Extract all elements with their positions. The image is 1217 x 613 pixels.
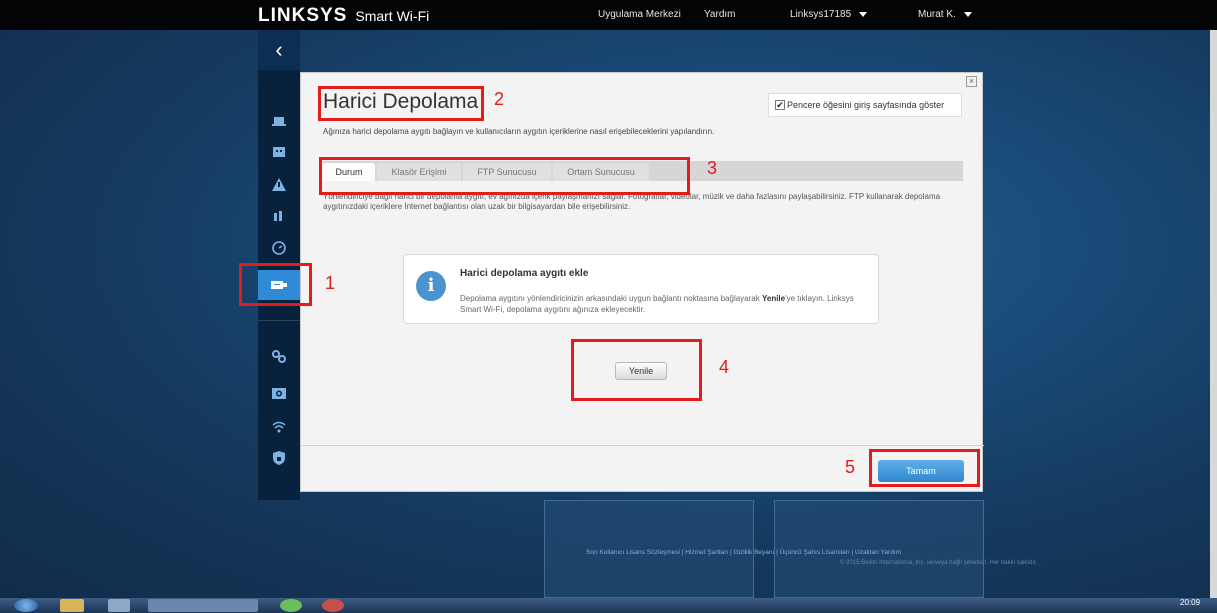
annotation-number-1: 1: [325, 273, 336, 293]
laptop-icon[interactable]: [269, 112, 289, 132]
footer-copyright: © 2015 Belkin International, Inc. ve/vey…: [840, 560, 1038, 566]
priority-icon[interactable]: [269, 208, 289, 228]
app-icon[interactable]: [280, 599, 302, 612]
chevron-down-icon: [859, 11, 868, 17]
annotation-number-5: 5: [845, 457, 856, 477]
scrollbar[interactable]: [1210, 30, 1217, 598]
add-storage-notice: i Harici depolama aygıtı ekle Depolama a…: [403, 254, 879, 324]
user-dropdown[interactable]: Murat K.: [918, 9, 972, 20]
explorer-icon[interactable]: [60, 599, 84, 612]
app-icon[interactable]: [108, 599, 130, 612]
brand-subtitle: Smart Wi-Fi: [355, 8, 430, 24]
annotation-number-2: 2: [494, 89, 505, 109]
annotation-box-1: [239, 263, 312, 306]
taskbar-clock[interactable]: 20:09: [1180, 598, 1200, 607]
sidebar-divider: [258, 320, 300, 321]
top-header: LINKSYS Smart Wi-Fi Uygulama Merkezi Yard…: [0, 0, 1217, 30]
start-button-icon[interactable]: [14, 599, 38, 612]
browser-task[interactable]: [148, 599, 258, 612]
security-icon[interactable]: [269, 450, 289, 470]
speed-icon[interactable]: [269, 240, 289, 260]
annotation-box-4: [571, 339, 702, 401]
settings-icon[interactable]: [269, 348, 289, 368]
notice-body: Depolama aygıtını yönlendiricinizin arka…: [460, 293, 865, 315]
collapse-sidebar-button[interactable]: ‹: [258, 30, 300, 70]
close-icon[interactable]: ×: [966, 76, 977, 87]
notice-title: Harici depolama aygıtı ekle: [460, 268, 589, 279]
app-icon[interactable]: [322, 599, 344, 612]
linksys-logo[interactable]: LINKSYS Smart Wi-Fi: [258, 5, 429, 27]
wifi-icon[interactable]: [269, 418, 289, 438]
user-name: Murat K.: [918, 9, 956, 20]
camera-icon[interactable]: [269, 384, 289, 404]
router-dropdown[interactable]: Linksys17185: [790, 9, 868, 20]
annotation-box-5: [869, 449, 980, 487]
show-on-start-checkbox[interactable]: ✔ Pencere öğesini giriş sayfasında göste…: [768, 93, 962, 117]
storage-intro-text: Yönlendiriciye bağlı harici bir depolama…: [323, 192, 941, 211]
annotation-box-3: [319, 157, 690, 195]
parental-icon[interactable]: [269, 144, 289, 164]
router-name: Linksys17185: [790, 9, 852, 20]
nav-app-center[interactable]: Uygulama Merkezi: [598, 9, 681, 20]
brand-name: LINKSYS: [258, 5, 348, 26]
os-taskbar: 20:09: [0, 598, 1217, 613]
annotation-box-2: [318, 86, 484, 121]
notice-body-bold: Yenile: [761, 294, 786, 303]
external-storage-dialog: × Harici Depolama Ağınıza harici depolam…: [300, 72, 984, 492]
info-icon: i: [416, 271, 446, 301]
checkmark-icon[interactable]: ✔: [775, 100, 785, 110]
show-on-start-label: Pencere öğesini giriş sayfasında göster: [787, 100, 945, 110]
dialog-description: Ağınıza harici depolama aygıtı bağlayın …: [323, 127, 715, 136]
footer-legal-links[interactable]: Son Kullanıcı Lisans Sözleşmesi | Hizmet…: [586, 549, 901, 556]
notice-body-start: Depolama aygıtını yönlendiricinizin arka…: [460, 294, 762, 303]
annotation-number-3: 3: [707, 158, 718, 178]
chevron-down-icon: [963, 11, 972, 17]
annotation-number-4: 4: [719, 357, 730, 377]
nav-help[interactable]: Yardım: [704, 9, 736, 20]
dialog-footer-divider: [301, 445, 984, 446]
warning-icon[interactable]: [269, 176, 289, 196]
